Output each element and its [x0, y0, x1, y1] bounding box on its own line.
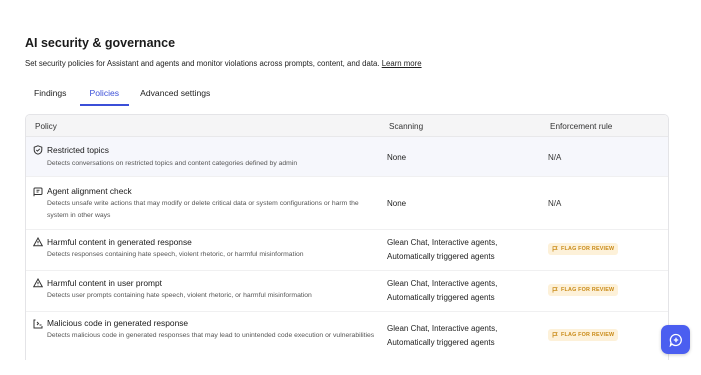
scanning-value: None — [387, 153, 407, 162]
policies-table: Policy Scanning Enforcement rule Restric… — [25, 114, 669, 360]
scanning-line: Automatically triggered agents — [387, 251, 495, 261]
scanning-value: Glean Chat, Interactive agents, Automati… — [387, 277, 527, 304]
badge-label: FLAG FOR REVIEW — [561, 287, 615, 293]
scanning-line: Glean Chat, Interactive agents, — [387, 238, 498, 247]
policy-description: Detects user prompts containing hate spe… — [47, 292, 312, 299]
tab-policies[interactable]: Policies — [80, 82, 129, 106]
column-header-policy: Policy — [35, 122, 57, 131]
flag-for-review-badge: FLAG FOR REVIEW — [548, 329, 619, 341]
scanning-line: Glean Chat, Interactive agents, — [387, 324, 498, 333]
policy-title: Harmful content in user prompt — [47, 278, 162, 288]
table-row[interactable]: Malicious code in generated response Det… — [26, 312, 668, 360]
policy-title: Agent alignment check — [47, 186, 132, 196]
chat-button[interactable] — [661, 325, 690, 354]
table-row[interactable]: Restricted topics Detects conversations … — [26, 137, 668, 177]
policy-description: Detects responses containing hate speech… — [47, 251, 304, 258]
policy-description: Detects malicious code in generated resp… — [47, 332, 375, 339]
enforcement-value: N/A — [548, 153, 562, 162]
policy-description: Detects conversations on restricted topi… — [47, 160, 298, 167]
column-header-enforcement: Enforcement rule — [550, 122, 613, 131]
table-row[interactable]: Harmful content in user prompt Detects u… — [26, 271, 668, 312]
shield-check-icon — [33, 145, 43, 155]
tab-findings[interactable]: Findings — [25, 82, 76, 106]
chat-plus-icon — [669, 333, 682, 347]
scanning-line: Glean Chat, Interactive agents, — [387, 279, 498, 288]
policy-title: Restricted topics — [47, 145, 109, 155]
badge-label: FLAG FOR REVIEW — [561, 246, 615, 252]
scanning-value: Glean Chat, Interactive agents, Automati… — [387, 322, 527, 349]
tab-advanced-settings[interactable]: Advanced settings — [131, 82, 220, 106]
scanning-value: None — [387, 199, 407, 208]
enforcement-value: N/A — [548, 199, 562, 208]
badge-label: FLAG FOR REVIEW — [561, 332, 615, 338]
flag-icon — [552, 287, 558, 293]
tab-bar: Findings Policies Advanced settings — [25, 82, 220, 106]
policy-description: Detects unsafe write actions that may mo… — [47, 200, 359, 219]
scanning-line: Automatically triggered agents — [387, 337, 495, 347]
page-title: AI security & governance — [25, 36, 176, 50]
code-window-icon — [33, 319, 43, 329]
column-header-scanning: Scanning — [389, 122, 424, 131]
warning-triangle-icon — [33, 237, 43, 247]
scanning-value: Glean Chat, Interactive agents, Automati… — [387, 236, 527, 263]
learn-more-link[interactable]: Learn more — [382, 59, 422, 68]
flag-for-review-badge: FLAG FOR REVIEW — [548, 243, 619, 255]
table-row[interactable]: Agent alignment check Detects unsafe wri… — [26, 177, 668, 230]
scanning-line: Automatically triggered agents — [387, 292, 495, 302]
warning-triangle-icon — [33, 278, 43, 288]
flag-icon — [552, 332, 558, 338]
page-description-text: Set security policies for Assistant and … — [25, 59, 380, 68]
page-description: Set security policies for Assistant and … — [25, 59, 422, 68]
policy-title: Malicious code in generated response — [47, 318, 189, 328]
table-row[interactable]: Harmful content in generated response De… — [26, 230, 668, 271]
flag-for-review-badge: FLAG FOR REVIEW — [548, 284, 619, 296]
table-header: Policy Scanning Enforcement rule — [26, 115, 668, 137]
flag-icon — [552, 246, 558, 252]
policy-title: Harmful content in generated response — [47, 237, 192, 247]
agent-flag-icon — [33, 187, 43, 197]
